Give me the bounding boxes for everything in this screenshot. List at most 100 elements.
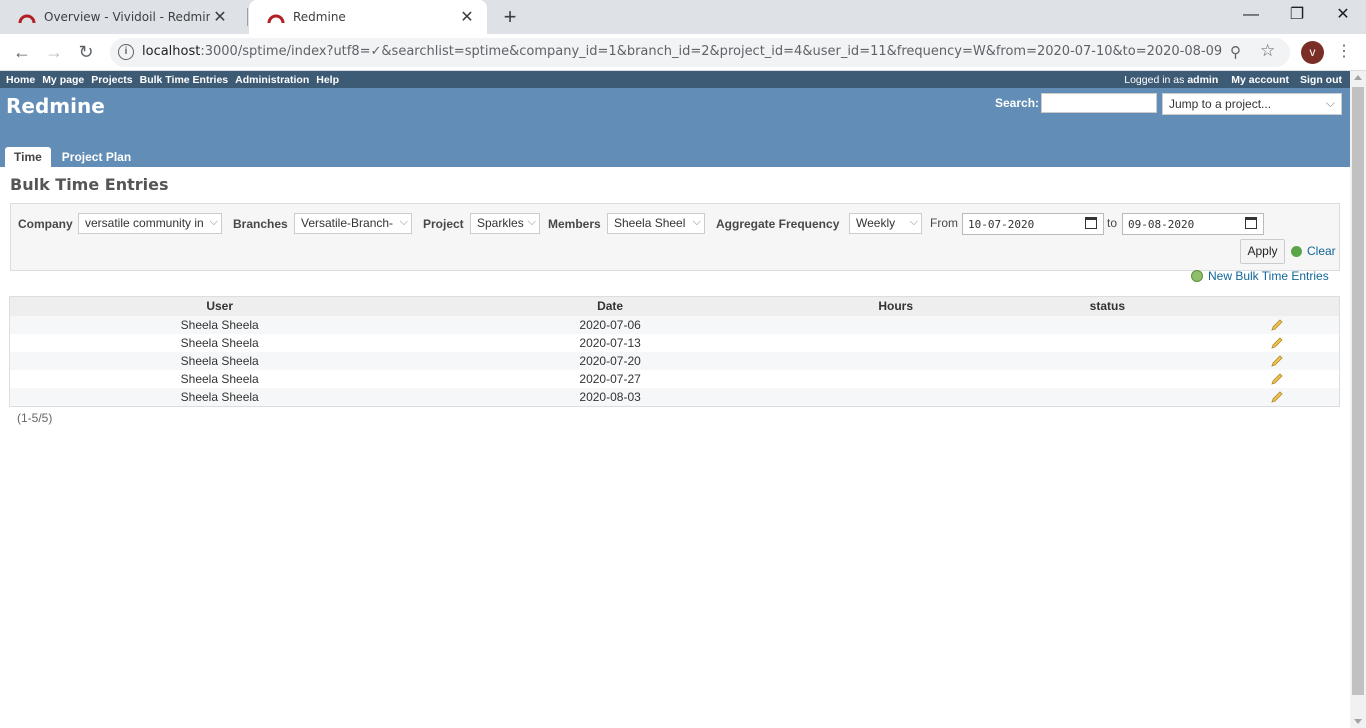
cell-actions	[1214, 370, 1339, 388]
branches-label: Branches	[233, 217, 288, 231]
bookmark-star-icon[interactable]: ☆	[1260, 41, 1275, 61]
browser-tab-overview[interactable]: Overview - Vividoil - Redmine ✕	[0, 0, 240, 34]
redmine-favicon-icon	[18, 14, 36, 24]
project-tabs: Time Project Plan	[5, 147, 142, 167]
tab-project-plan[interactable]: Project Plan	[53, 147, 140, 167]
company-select[interactable]: versatile community in ⌵	[78, 213, 222, 234]
column-date[interactable]: Date	[429, 297, 790, 316]
pagination-count: (1-5/5)	[17, 411, 53, 425]
to-label: to	[1107, 216, 1118, 230]
restore-icon[interactable]: ❐	[1274, 0, 1320, 32]
vertical-scrollbar[interactable]	[1350, 71, 1366, 728]
url-text[interactable]: localhost:3000/sptime/index?utf8=✓&searc…	[142, 44, 1222, 59]
cell-user: Sheela Sheela	[180, 390, 259, 404]
tab-title: Redmine	[293, 10, 346, 24]
address-bar[interactable]: i localhost:3000/sptime/index?utf8=✓&sea…	[110, 38, 1290, 67]
top-menu-administration[interactable]: Administration	[235, 74, 309, 86]
tab-title: Overview - Vividoil - Redmine	[44, 10, 210, 24]
close-icon[interactable]: ✕	[210, 7, 230, 27]
edit-pencil-icon[interactable]	[1271, 373, 1283, 385]
calendar-icon[interactable]	[1245, 217, 1257, 229]
cell-status	[1001, 334, 1215, 352]
table-row: Sheela Sheela 2020-07-06	[10, 316, 1339, 334]
edit-pencil-icon[interactable]	[1271, 355, 1283, 367]
info-icon[interactable]: i	[118, 44, 134, 60]
members-select[interactable]: Sheela Sheel ⌵	[607, 213, 705, 234]
add-icon	[1191, 270, 1203, 282]
cell-status	[1001, 352, 1215, 370]
edit-pencil-icon[interactable]	[1271, 391, 1283, 403]
top-menu-my-page[interactable]: My page	[42, 74, 84, 86]
cell-user: Sheela Sheela	[180, 336, 259, 350]
header: Redmine Search: Jump to a project... ⌵ T…	[0, 88, 1350, 167]
from-date-input[interactable]: 10-07-2020	[962, 213, 1104, 235]
to-date-input[interactable]: 09-08-2020	[1122, 213, 1264, 235]
cell-actions	[1214, 352, 1339, 370]
branches-select[interactable]: Versatile-Branch- ⌵	[294, 213, 412, 234]
forward-arrow-icon[interactable]: →	[41, 40, 67, 66]
table-header: User Date Hours status	[10, 297, 1339, 316]
reload-icon	[1291, 245, 1302, 257]
search-input[interactable]	[1041, 93, 1157, 113]
sign-out-link[interactable]: Sign out	[1300, 74, 1342, 86]
scroll-up-arrow-icon[interactable]	[1354, 75, 1362, 80]
browser-toolbar: ← → ↻ i localhost:3000/sptime/index?utf8…	[0, 34, 1366, 71]
page-title: Bulk Time Entries	[10, 175, 169, 194]
content: Bulk Time Entries Company versatile comm…	[0, 167, 1350, 283]
top-menu-home[interactable]: Home	[6, 74, 35, 86]
frequency-select[interactable]: Weekly ⌵	[849, 213, 922, 234]
cell-status	[1001, 388, 1215, 406]
cell-hours	[791, 370, 1001, 388]
column-user[interactable]: User	[10, 297, 429, 316]
cell-hours	[791, 334, 1001, 352]
chevron-down-icon: ⌵	[399, 216, 408, 228]
column-actions	[1214, 297, 1339, 316]
browser-menu-icon[interactable]: ⋮	[1336, 40, 1352, 64]
scrollbar-thumb[interactable]	[1352, 87, 1364, 695]
chevron-down-icon: ⌵	[692, 216, 701, 228]
cell-status	[1001, 316, 1215, 334]
search-label: Search:	[995, 96, 1040, 110]
table-row: Sheela Sheela 2020-07-20	[10, 352, 1339, 370]
site-title: Redmine	[6, 94, 105, 118]
time-entries-table: User Date Hours status Sheela Sheela 202…	[9, 296, 1340, 407]
cell-date: 2020-07-06	[579, 318, 641, 332]
table-row: Sheela Sheela 2020-07-13	[10, 334, 1339, 352]
reload-icon[interactable]: ↻	[73, 40, 99, 66]
filter-box: Company versatile community in ⌵ Branches…	[10, 203, 1340, 271]
apply-button[interactable]: Apply	[1240, 239, 1285, 264]
column-status[interactable]: status	[1001, 297, 1215, 316]
tab-time[interactable]: Time	[5, 147, 51, 167]
new-tab-plus-icon[interactable]: +	[498, 4, 522, 30]
cell-user: Sheela Sheela	[180, 318, 259, 332]
scroll-down-arrow-icon[interactable]	[1354, 719, 1362, 724]
edit-pencil-icon[interactable]	[1271, 337, 1283, 349]
top-menu-projects[interactable]: Projects	[91, 74, 132, 86]
chevron-down-icon: ⌵	[1325, 96, 1335, 110]
column-hours[interactable]: Hours	[791, 297, 1001, 316]
chevron-down-icon: ⌵	[527, 216, 536, 228]
edit-pencil-icon[interactable]	[1271, 319, 1283, 331]
close-icon[interactable]: ✕	[457, 7, 477, 27]
browser-tab-redmine[interactable]: Redmine ✕	[249, 0, 487, 34]
back-arrow-icon[interactable]: ←	[9, 40, 35, 66]
frequency-label: Aggregate Frequency	[716, 217, 840, 231]
jump-to-project-select[interactable]: Jump to a project... ⌵	[1162, 93, 1342, 115]
calendar-icon[interactable]	[1085, 217, 1097, 229]
project-label: Project	[423, 217, 464, 231]
logged-in-user[interactable]: admin	[1187, 74, 1218, 86]
minimize-icon[interactable]: —	[1228, 0, 1274, 32]
new-bulk-time-entries-link[interactable]: New Bulk Time Entries	[1191, 269, 1329, 283]
project-select[interactable]: Sparkles ⌵	[470, 213, 540, 234]
top-menu-help[interactable]: Help	[316, 74, 339, 86]
profile-avatar[interactable]: v	[1301, 41, 1324, 64]
top-menu: Home My page Projects Bulk Time Entries …	[0, 71, 1350, 88]
window-close-icon[interactable]: ✕	[1320, 0, 1366, 32]
clear-link[interactable]: Clear	[1291, 244, 1336, 258]
cell-user: Sheela Sheela	[180, 372, 259, 386]
zoom-icon[interactable]: ⚲	[1230, 43, 1241, 61]
redmine-favicon-icon	[267, 14, 285, 24]
cell-date: 2020-08-03	[579, 390, 641, 404]
my-account-link[interactable]: My account	[1231, 74, 1289, 86]
top-menu-bulk-time-entries[interactable]: Bulk Time Entries	[140, 74, 229, 86]
